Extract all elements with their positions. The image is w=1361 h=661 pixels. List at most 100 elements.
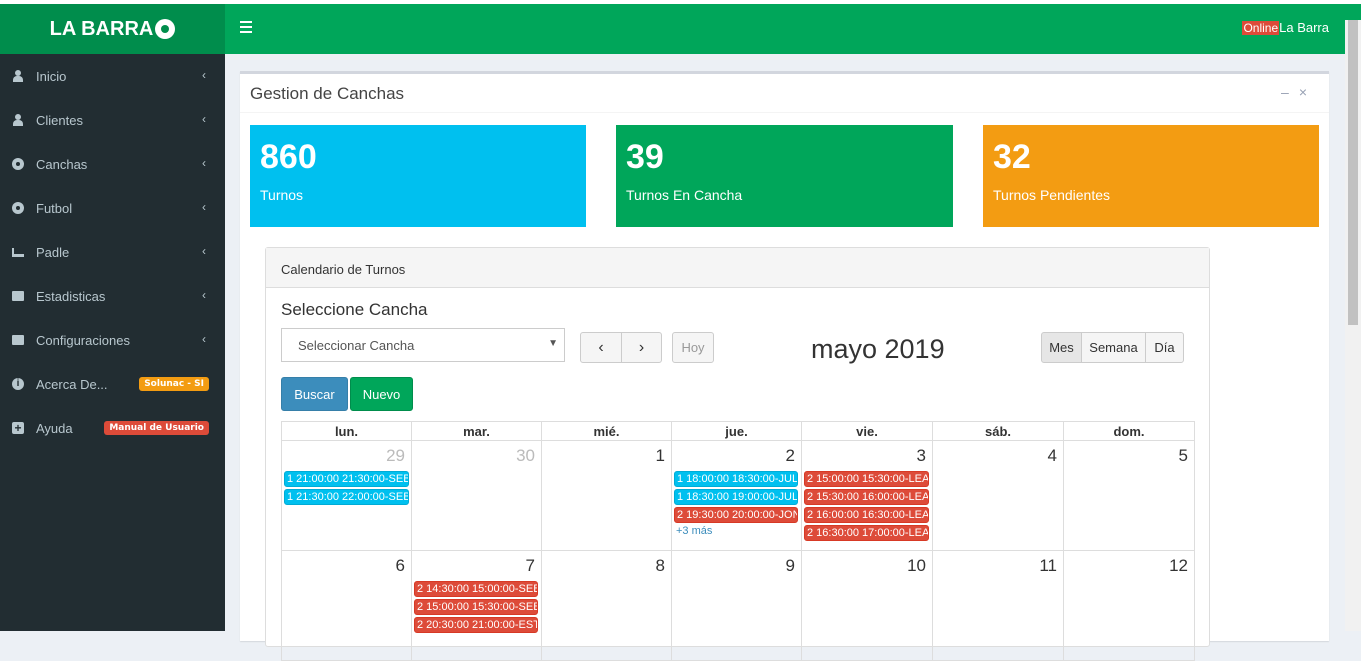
event[interactable]: 2 16:00:00 16:30:00-LEAN: [804, 507, 929, 523]
day-cell[interactable]: 8: [542, 551, 672, 661]
day-number: 3: [916, 446, 926, 465]
sidebar-item-padle[interactable]: Padle ‹: [0, 230, 225, 274]
info-icon: i: [12, 378, 24, 390]
sidebar-item-label: Estadisticas: [36, 288, 106, 304]
panel-title: Calendario de Turnos: [266, 248, 1209, 288]
event[interactable]: 1 21:30:00 22:00:00-SEBA: [284, 489, 409, 505]
day-cell[interactable]: 2 1 18:00:00 18:30:00-JULIO 1 18:30:00 1…: [672, 441, 802, 551]
day-cell[interactable]: 10: [802, 551, 933, 661]
day-cell[interactable]: 9: [672, 551, 802, 661]
user-menu[interactable]: OnlineLa Barra: [1242, 20, 1329, 35]
chevron-left-icon: ‹: [202, 68, 206, 82]
sidebar-item-configuraciones[interactable]: Configuraciones ‹: [0, 318, 225, 362]
view-week-button[interactable]: Semana: [1081, 332, 1146, 363]
day-cell[interactable]: 30: [412, 441, 542, 551]
plus-square-icon: +: [12, 422, 24, 434]
menu-toggle-icon[interactable]: [240, 21, 252, 33]
online-status: Online: [1242, 21, 1280, 35]
chevron-left-icon: ‹: [202, 156, 206, 170]
sidebar-item-futbol[interactable]: Futbol ‹: [0, 186, 225, 230]
chevron-left-icon: ‹: [202, 288, 206, 302]
event[interactable]: 2 15:00:00 15:30:00-LEAN: [804, 471, 929, 487]
day-cell[interactable]: 1: [542, 441, 672, 551]
event[interactable]: 1 18:30:00 19:00:00-JULIO: [674, 489, 798, 505]
nuevo-button[interactable]: Nuevo: [350, 377, 413, 411]
sidebar-item-inicio[interactable]: Inicio ‹: [0, 54, 225, 98]
weekday-header: mié.: [542, 422, 672, 441]
day-number: 8: [655, 556, 665, 575]
day-cell[interactable]: 7 2 14:30:00 15:00:00-SEBA 2 15:00:00 15…: [412, 551, 542, 661]
sidebar-item-clientes[interactable]: Clientes ‹: [0, 98, 225, 142]
day-number: 9: [785, 556, 795, 575]
day-number: 4: [1047, 446, 1057, 465]
day-cell[interactable]: 3 2 15:00:00 15:30:00-LEAN 2 15:30:00 16…: [802, 441, 933, 551]
day-number: 1: [655, 446, 665, 465]
event[interactable]: 2 15:00:00 15:30:00-SEBA: [414, 599, 538, 615]
buscar-button[interactable]: Buscar: [281, 377, 348, 411]
day-number: 29: [386, 446, 405, 465]
sidebar-item-label: Canchas: [36, 156, 88, 172]
day-cell[interactable]: 5: [1064, 441, 1195, 551]
more-events-link[interactable]: +3 más: [676, 525, 712, 537]
sidebar-item-label: Clientes: [36, 112, 83, 128]
event[interactable]: 2 16:30:00 17:00:00-LEAN: [804, 525, 929, 541]
close-icon[interactable]: ×: [1299, 84, 1317, 100]
brand-logo[interactable]: LA BARRA: [0, 4, 225, 54]
calendar-grid: lun. mar. mié. jue. vie. sáb. dom. 29 1 …: [281, 421, 1195, 661]
day-cell[interactable]: 4: [933, 441, 1064, 551]
sidebar-item-estadisticas[interactable]: Estadisticas ‹: [0, 274, 225, 318]
weekday-header: dom.: [1064, 422, 1195, 441]
day-cell[interactable]: 6: [281, 551, 412, 661]
prev-button[interactable]: ‹: [580, 332, 622, 363]
day-number: 7: [525, 556, 535, 575]
sidebar: Inicio ‹ Clientes ‹ Canchas ‹ Futbol ‹ Padle…: [0, 54, 225, 631]
event[interactable]: 2 14:30:00 15:00:00-SEBA: [414, 581, 538, 597]
minimize-icon[interactable]: –: [1281, 84, 1299, 100]
soccer-ball-icon: [12, 158, 24, 170]
day-number: 5: [1178, 446, 1188, 465]
chevron-left-icon: ‹: [598, 338, 604, 356]
page-scrollbar[interactable]: [1345, 20, 1361, 631]
sidebar-item-acerca[interactable]: i Acerca De... Solunac - SI: [0, 362, 225, 406]
divider: [240, 112, 1329, 113]
event[interactable]: 2 19:30:00 20:00:00-JONY: [674, 507, 798, 523]
stat-value: 860: [260, 138, 317, 176]
event[interactable]: 1 21:00:00 21:30:00-SEBA: [284, 471, 409, 487]
weekday-header: vie.: [802, 422, 933, 441]
user-icon: [12, 70, 24, 82]
select-title: Seleccione Cancha: [281, 300, 428, 319]
calendar-panel: Calendario de Turnos Seleccione Cancha S…: [265, 247, 1210, 661]
chevron-left-icon: ‹: [202, 244, 206, 258]
top-navbar: LA BARRA OnlineLa Barra: [0, 0, 1361, 54]
sidebar-item-canchas[interactable]: Canchas ‹: [0, 142, 225, 186]
view-day-button[interactable]: Día: [1145, 332, 1184, 363]
user-name: La Barra: [1279, 20, 1329, 35]
cancha-select[interactable]: Seleccionar Cancha ▼: [281, 328, 565, 362]
soccer-ball-icon: [155, 19, 176, 39]
today-button[interactable]: Hoy: [672, 332, 714, 363]
sidebar-item-ayuda[interactable]: + Ayuda Manual de Usuario: [0, 406, 225, 450]
gestion-box: Gestion de Canchas –× 860 Turnos 39 Turn…: [240, 71, 1329, 661]
sidebar-item-label: Configuraciones: [36, 332, 130, 348]
day-number: 6: [395, 556, 405, 575]
scrollbar-thumb[interactable]: [1348, 20, 1358, 325]
stat-label: Turnos En Cancha: [626, 187, 743, 203]
day-cell[interactable]: 11: [933, 551, 1064, 661]
day-number: 10: [907, 556, 926, 575]
stat-label: Turnos Pendientes: [993, 187, 1110, 203]
weekday-header: lun.: [281, 422, 412, 441]
next-button[interactable]: ›: [621, 332, 662, 363]
box-tools: –×: [1281, 84, 1317, 100]
stat-value: 39: [626, 138, 664, 176]
day-number: 11: [1039, 556, 1057, 575]
event[interactable]: 1 18:00:00 18:30:00-JULIO: [674, 471, 798, 487]
user-icon: [12, 114, 24, 126]
soccer-ball-icon: [12, 202, 24, 214]
sidebar-item-label: Acerca De...: [36, 376, 108, 392]
day-cell[interactable]: 12: [1064, 551, 1195, 661]
event[interactable]: 2 15:30:00 16:00:00-LEAN: [804, 489, 929, 505]
stat-turnos-pendientes: 32 Turnos Pendientes: [983, 125, 1319, 227]
view-month-button[interactable]: Mes: [1041, 332, 1082, 363]
day-cell[interactable]: 29 1 21:00:00 21:30:00-SEBA 1 21:30:00 2…: [281, 441, 412, 551]
day-number: 30: [516, 446, 535, 465]
